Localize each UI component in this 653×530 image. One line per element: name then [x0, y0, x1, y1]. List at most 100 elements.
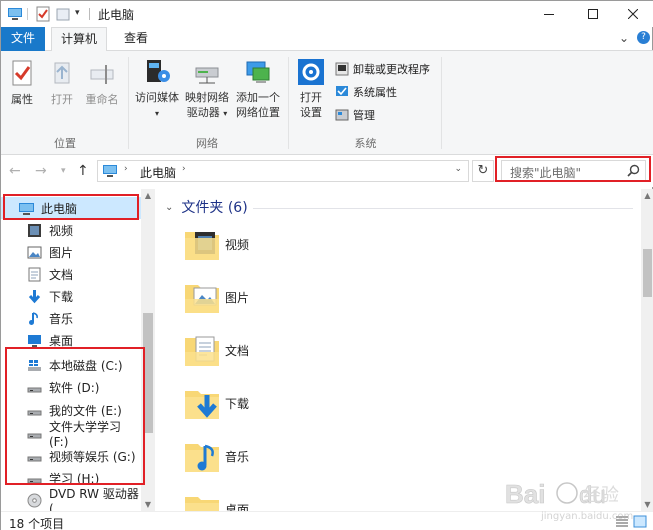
group-label-location: 位置 — [54, 137, 76, 150]
nav-pane-scrollbar[interactable]: ▲ ▼ — [141, 189, 155, 511]
nav-item-drive-d[interactable]: 软件 (D:) — [1, 376, 141, 398]
scrollbar-thumb[interactable] — [143, 313, 153, 433]
music-folder-icon — [185, 444, 219, 472]
content-scrollbar[interactable]: ▲ ▼ — [641, 189, 653, 511]
map-drive-label-1: 映射网络 — [185, 91, 229, 104]
nav-item-label: 文档 — [49, 267, 74, 282]
drive-icon — [27, 387, 42, 392]
nav-item-drive-g[interactable]: 视频等娱乐 (G:) — [1, 445, 141, 467]
drive-icon — [27, 433, 42, 438]
close-button[interactable] — [612, 1, 653, 27]
system-properties-button[interactable]: 系统属性 — [335, 83, 397, 101]
network-location-icon — [246, 61, 270, 83]
nav-item-desktop[interactable]: 桌面 — [1, 329, 141, 351]
nav-item-documents[interactable]: 文档 — [1, 263, 141, 285]
explorer-window: ▾ 此电脑 文件 计算机 查看 ⌄ ? 属性 打开 重命名 位置 访问媒体 ▾ … — [0, 0, 653, 530]
address-bar[interactable]: › 此电脑 › ⌄ — [97, 160, 469, 182]
folder-desktop[interactable]: 桌面 — [183, 487, 383, 511]
video-folder-icon — [185, 232, 219, 260]
ribbon-tabs: 文件 计算机 查看 ⌄ ? — [1, 27, 653, 52]
qa-divider — [27, 8, 28, 20]
chevron-down-icon: ⌄ — [165, 201, 174, 213]
media-icon — [147, 60, 170, 82]
nav-item-label: 我的文件 (E:) — [49, 403, 122, 418]
group-divider — [253, 208, 633, 209]
minimize-button[interactable] — [528, 1, 570, 27]
search-input[interactable]: 搜索"此电脑" — [501, 160, 646, 182]
document-folder-icon — [185, 336, 219, 366]
picture-icon — [27, 246, 42, 258]
tab-computer[interactable]: 计算机 — [51, 27, 107, 52]
access-media-button[interactable]: 访问媒体 ▾ — [132, 57, 182, 121]
minimize-icon — [544, 14, 554, 15]
nav-item-drive-c[interactable]: 本地磁盘 (C:) — [1, 354, 141, 376]
folder-label: 图片 — [225, 290, 250, 305]
group-label-network: 网络 — [196, 137, 218, 150]
refresh-icon: ↻ — [477, 163, 489, 178]
nav-item-videos[interactable]: 视频 — [1, 219, 141, 241]
uninstall-program-button[interactable]: 卸载或更改程序 — [335, 60, 430, 78]
open-button[interactable]: 打开 — [45, 59, 79, 107]
folder-downloads[interactable]: 下载 — [183, 381, 383, 425]
up-arrow-icon[interactable]: ↑ — [77, 163, 89, 179]
folder-videos[interactable]: 视频 — [183, 222, 383, 266]
tab-file[interactable]: 文件 — [1, 27, 45, 51]
video-icon — [28, 223, 41, 237]
nav-item-label: 图片 — [49, 245, 74, 260]
title-bar: ▾ 此电脑 — [1, 1, 653, 27]
svg-text:Bai: Bai — [505, 479, 545, 509]
refresh-button[interactable]: ↻ — [472, 160, 494, 182]
folders-group-title: 文件夹 (6) — [181, 200, 248, 216]
content-area: ⌄ 文件夹 (6) 视频 图片 文档 下载 音乐 桌面 — [161, 189, 639, 511]
ribbon-divider — [288, 57, 289, 149]
scroll-down-icon[interactable]: ▼ — [141, 500, 155, 509]
nav-item-pictures[interactable]: 图片 — [1, 241, 141, 263]
desktop-icon — [28, 334, 41, 347]
network-drive-icon — [195, 67, 219, 84]
ribbon-divider — [441, 57, 442, 149]
forward-arrow-icon[interactable]: → — [35, 163, 47, 179]
map-network-drive-button[interactable]: 映射网络 驱动器 ▾ — [182, 57, 232, 121]
properties-button[interactable]: 属性 — [5, 59, 39, 107]
scrollbar-thumb[interactable] — [643, 249, 652, 297]
rename-button[interactable]: 重命名 — [81, 59, 123, 107]
back-arrow-icon[interactable]: ← — [9, 163, 21, 179]
open-settings-button[interactable]: 打开 设置 — [293, 57, 329, 120]
manage-button[interactable]: 管理 — [335, 106, 375, 124]
nav-item-this-pc[interactable]: 此电脑 — [1, 197, 141, 219]
chevron-right-icon[interactable]: › — [182, 164, 186, 174]
nav-item-drive-f[interactable]: 文件大学学习 (F:) — [1, 420, 141, 449]
address-path: 此电脑 — [140, 166, 177, 180]
nav-item-dvd-drive[interactable]: DVD RW 驱动器 ( — [1, 487, 141, 516]
folder-music[interactable]: 音乐 — [183, 434, 383, 478]
navigation-pane: 此电脑 视频 图片 文档 下载 音乐 桌面 本地磁盘 (C:) 软件 (D:) … — [1, 189, 157, 516]
close-icon — [628, 9, 638, 19]
scroll-up-icon[interactable]: ▲ — [141, 191, 155, 200]
folder-label: 桌面 — [225, 502, 250, 512]
nav-item-downloads[interactable]: 下载 — [1, 285, 141, 307]
computer-icon[interactable] — [7, 6, 23, 22]
folder-documents[interactable]: 文档 — [183, 328, 383, 372]
document-icon — [28, 267, 41, 281]
folders-group-header[interactable]: ⌄ 文件夹 (6) — [165, 197, 248, 217]
chevron-down-icon[interactable]: ⌄ — [619, 31, 629, 45]
help-icon[interactable]: ? — [637, 31, 650, 44]
recent-locations-icon[interactable]: ▾ — [61, 166, 66, 176]
chevron-down-icon[interactable]: ⌄ — [454, 164, 462, 174]
map-drive-label-2: 驱动器 — [186, 106, 220, 119]
windows-drive-icon — [28, 359, 41, 371]
tab-view[interactable]: 查看 — [113, 27, 159, 51]
watermark-text: 经验 — [583, 485, 619, 506]
add-network-location-button[interactable]: 添加一个 网络位置 — [233, 57, 283, 120]
nav-item-music[interactable]: 音乐 — [1, 307, 141, 329]
scroll-up-icon[interactable]: ▲ — [641, 191, 653, 200]
system-properties-label: 系统属性 — [353, 86, 397, 99]
nav-item-label: 桌面 — [49, 333, 74, 348]
properties-icon[interactable] — [35, 6, 51, 22]
maximize-button[interactable] — [572, 1, 614, 27]
folder-pictures[interactable]: 图片 — [183, 275, 383, 319]
open-settings-label-2: 设置 — [300, 106, 322, 119]
ribbon: 属性 打开 重命名 位置 访问媒体 ▾ 映射网络 驱动器 ▾ 添加一个 网络位置… — [1, 51, 653, 155]
watermark-url: jingyan.baidu.com — [541, 511, 634, 522]
new-folder-icon[interactable] — [55, 6, 71, 22]
